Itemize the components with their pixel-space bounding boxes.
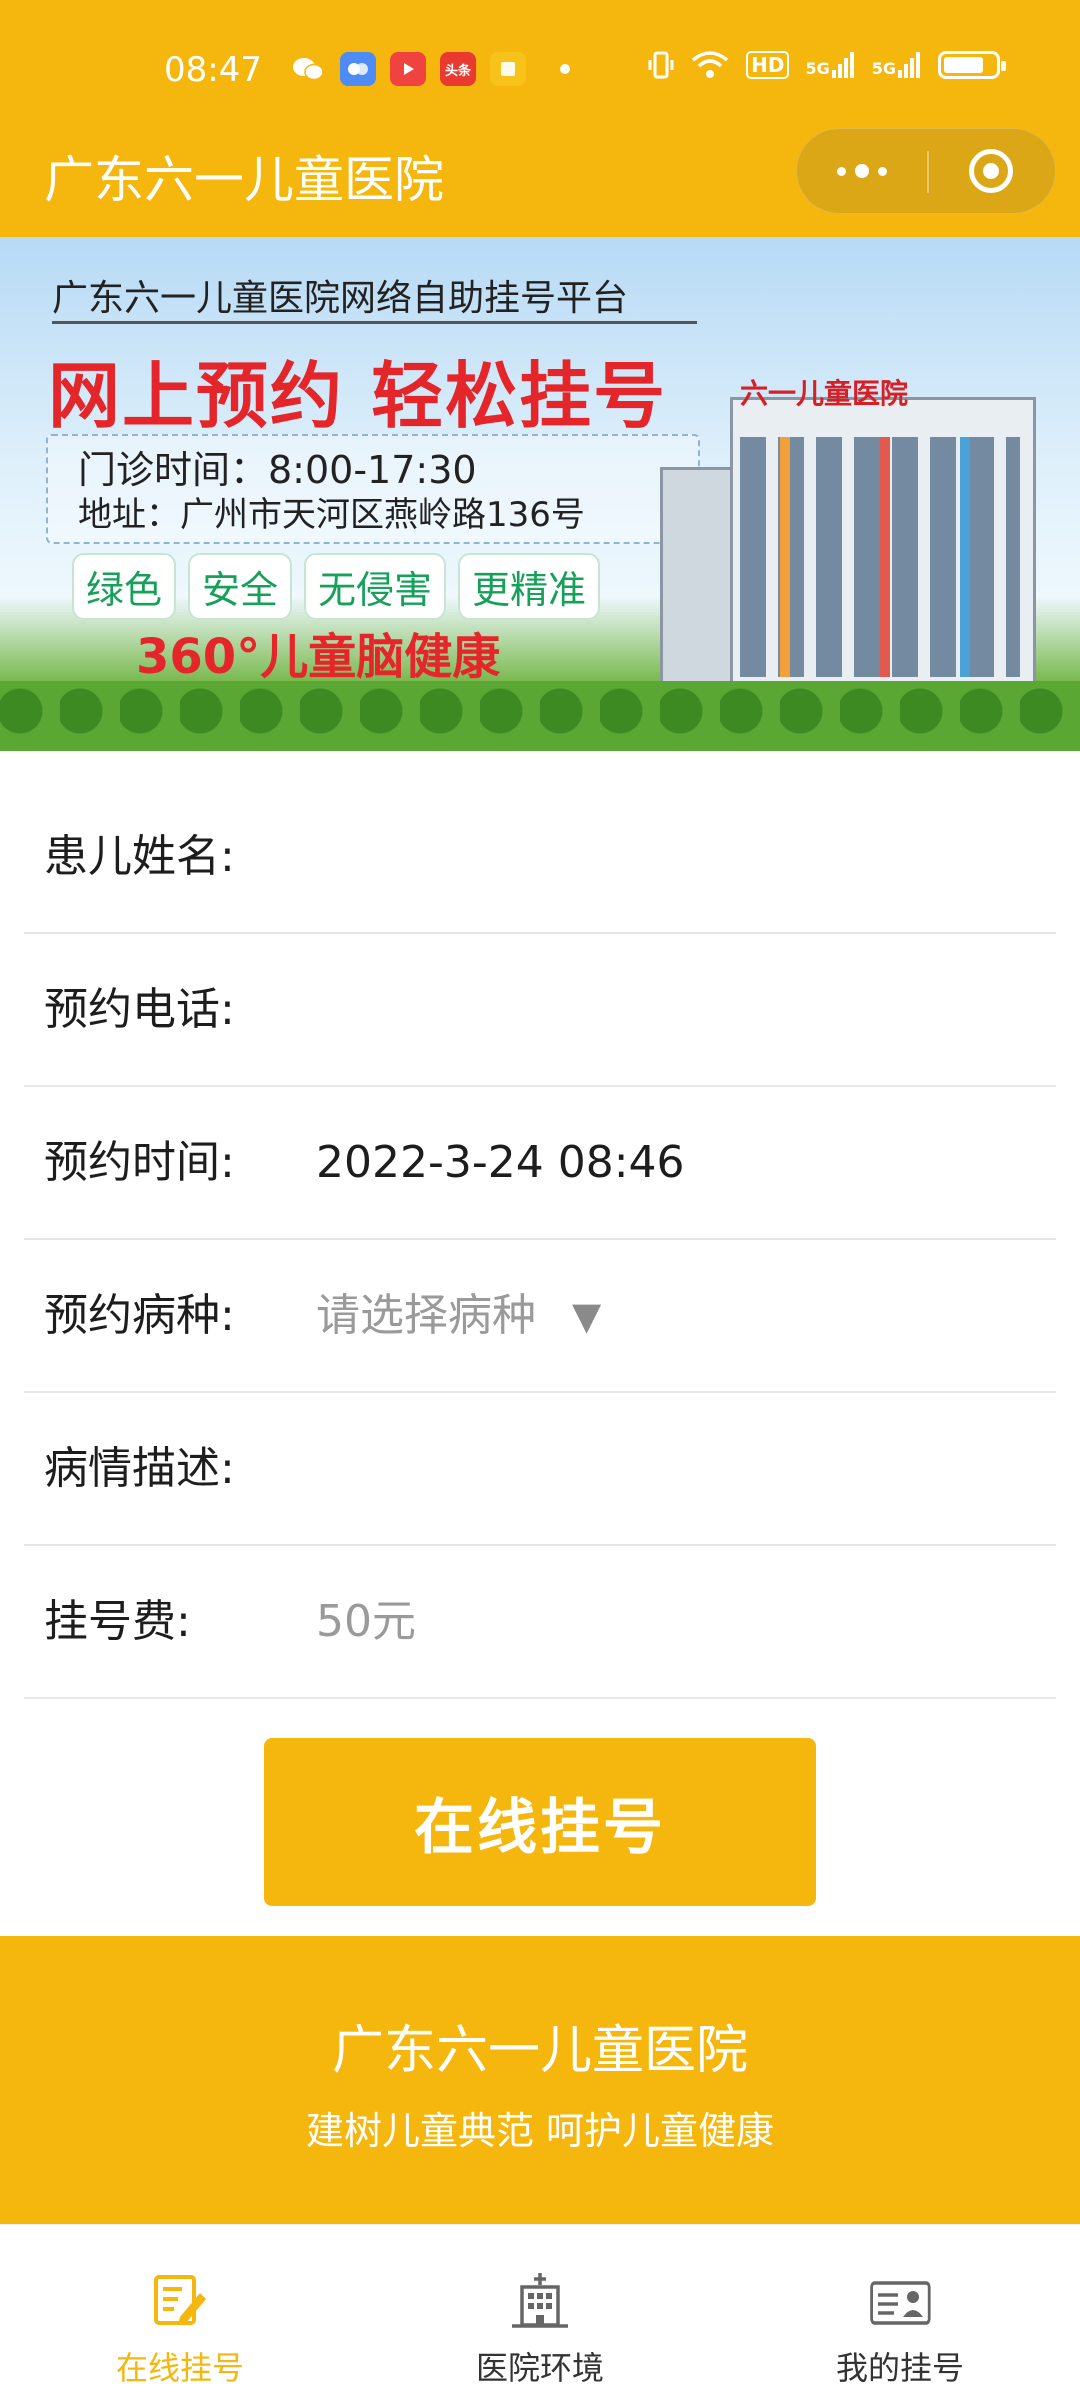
banner-address: 地址：广州市天河区燕岭路136号: [78, 495, 585, 535]
appointment-time-picker[interactable]: 2022-3-24 08:46: [316, 1088, 685, 1238]
banner-subtitle: 广东六一儿童医院网络自助挂号平台: [52, 278, 629, 319]
hero-banner[interactable]: 广东六一儿童医院网络自助挂号平台 网上预约 轻松挂号 门诊时间：8:00-17:…: [0, 237, 1080, 751]
register-online-button[interactable]: 在线挂号: [264, 1738, 816, 1906]
banner-tag: 绿色: [72, 553, 177, 620]
form-row-patient-name[interactable]: 患儿姓名:: [24, 782, 1056, 934]
banner-grass: [0, 681, 1080, 751]
id-card-icon: [870, 2281, 931, 2325]
notification-dot-icon: [560, 64, 570, 74]
form-row-disease[interactable]: 预约病种: 请选择病种 ▼: [24, 1241, 1056, 1393]
banner-tags: 绿色 安全 无侵害 更精准: [72, 553, 601, 620]
banner-headline: 网上预约 轻松挂号: [48, 354, 668, 438]
wifi-icon: [692, 51, 729, 78]
form-label: 预约电话:: [44, 984, 235, 1035]
form-label: 病情描述:: [44, 1443, 235, 1494]
building-stripe: [780, 437, 790, 677]
fee-value: 50元: [316, 1596, 416, 1647]
form-row-phone[interactable]: 预约电话:: [24, 935, 1056, 1087]
chat-bubble-icon: [340, 52, 376, 86]
tab-label: 医院环境: [475, 2349, 604, 2387]
banner-slogan: 360°儿童脑健康: [136, 629, 501, 685]
notes-icon: [490, 52, 526, 86]
building-sign: 六一儿童医院: [740, 377, 909, 410]
capsule-divider: [927, 151, 929, 193]
brand-footer: 广东六一儿童医院 建树儿童典范 呵护儿童健康: [0, 1936, 1080, 2224]
form-label: 预约时间:: [44, 1137, 235, 1188]
battery-icon: [938, 51, 1006, 79]
video-play-icon: [390, 52, 426, 86]
top-bar: 08:47 头条 HD 5G 5G 广东六一儿童医院: [0, 0, 1080, 237]
form-row-time[interactable]: 预约时间: 2022-3-24 08:46: [24, 1088, 1056, 1240]
banner-tag: 无侵害: [304, 553, 447, 620]
close-miniprogram-button[interactable]: [969, 149, 1013, 193]
status-bar: 08:47 头条 HD 5G 5G: [0, 0, 1080, 140]
system-icons: HD 5G 5G: [648, 50, 1006, 80]
form-label: 预约病种:: [44, 1290, 235, 1341]
dropdown-arrow-icon[interactable]: ▼: [572, 1241, 601, 1391]
hd-badge: HD: [746, 51, 790, 79]
tab-hospital-environment[interactable]: 医院环境: [360, 2225, 720, 2401]
form-label: 挂号费:: [44, 1596, 191, 1647]
signal-5g-1: 5G: [805, 52, 855, 78]
vibrate-icon: [648, 51, 674, 79]
miniprogram-capsule: [796, 128, 1056, 214]
edit-form-icon: [154, 2275, 206, 2325]
signal-bars-icon: [898, 52, 920, 78]
status-app-icons: 头条: [290, 52, 570, 86]
tab-label: 在线挂号: [115, 2349, 244, 2387]
disease-select[interactable]: 请选择病种: [316, 1241, 536, 1391]
form-label: 患儿姓名:: [44, 831, 235, 882]
banner-hours: 门诊时间：8:00-17:30: [78, 448, 477, 492]
building-stripe: [880, 437, 890, 677]
footer-slogan: 建树儿童典范 呵护儿童健康: [305, 2109, 775, 2153]
form-row-fee: 挂号费: 50元: [24, 1547, 1056, 1699]
hospital-building-icon: [512, 2273, 568, 2328]
toutiao-icon: 头条: [440, 52, 476, 86]
form-row-description[interactable]: 病情描述:: [24, 1394, 1056, 1546]
signal-bars-icon: [831, 52, 854, 78]
status-time: 08:47: [164, 50, 262, 90]
tab-my-registrations[interactable]: 我的挂号: [720, 2225, 1080, 2401]
banner-tag: 安全: [188, 553, 293, 620]
banner-tag: 更精准: [458, 553, 601, 620]
banner-divider: [52, 321, 697, 324]
tab-online-registration[interactable]: 在线挂号: [0, 2225, 360, 2401]
tab-label: 我的挂号: [835, 2349, 964, 2387]
footer-hospital-name: 广东六一儿童医院: [331, 2021, 748, 2081]
building-side: [660, 467, 736, 703]
bottom-tab-bar: 在线挂号 医院环境 我的挂号: [0, 2224, 1080, 2401]
signal-5g-2: 5G: [872, 52, 922, 78]
building-stripe: [960, 437, 970, 677]
wechat-icon: [290, 52, 326, 86]
hospital-building-image: 六一儿童医院: [640, 347, 1060, 707]
page-title: 广东六一儿童医院: [44, 151, 444, 209]
more-options-button[interactable]: [832, 156, 892, 186]
